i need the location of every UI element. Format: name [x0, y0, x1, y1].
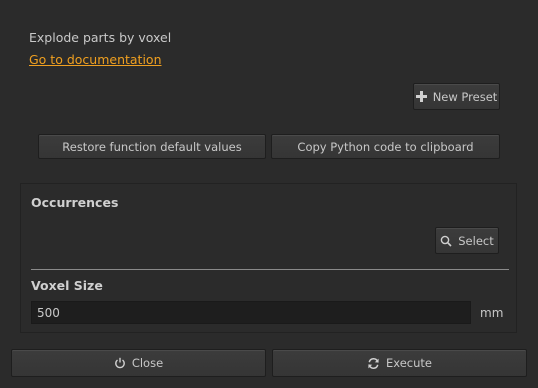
new-preset-button[interactable]: New Preset: [413, 83, 500, 110]
restore-defaults-label: Restore function default values: [62, 139, 242, 154]
parameters-panel: Occurrences Select Voxel Size mm: [20, 183, 517, 333]
new-preset-label: New Preset: [432, 89, 498, 104]
close-label: Close: [131, 356, 164, 370]
execute-label: Execute: [386, 356, 432, 370]
power-icon: [114, 357, 126, 369]
plus-icon: [415, 91, 427, 102]
copy-python-button[interactable]: Copy Python code to clipboard: [271, 134, 500, 159]
copy-python-label: Copy Python code to clipboard: [297, 139, 474, 154]
refresh-icon: [367, 357, 380, 370]
voxel-size-title: Voxel Size: [31, 278, 103, 293]
restore-defaults-button[interactable]: Restore function default values: [38, 134, 266, 159]
search-icon: [440, 235, 452, 247]
select-label: Select: [458, 233, 494, 248]
function-description: Explode parts by voxel: [29, 30, 172, 45]
documentation-link[interactable]: Go to documentation: [29, 52, 162, 67]
occurrences-title: Occurrences: [31, 195, 119, 210]
section-divider: [31, 269, 509, 270]
select-button[interactable]: Select: [435, 227, 499, 254]
voxel-size-input[interactable]: [31, 301, 471, 324]
close-button[interactable]: Close: [11, 349, 266, 377]
voxel-size-unit: mm: [480, 306, 504, 320]
execute-button[interactable]: Execute: [272, 349, 527, 377]
